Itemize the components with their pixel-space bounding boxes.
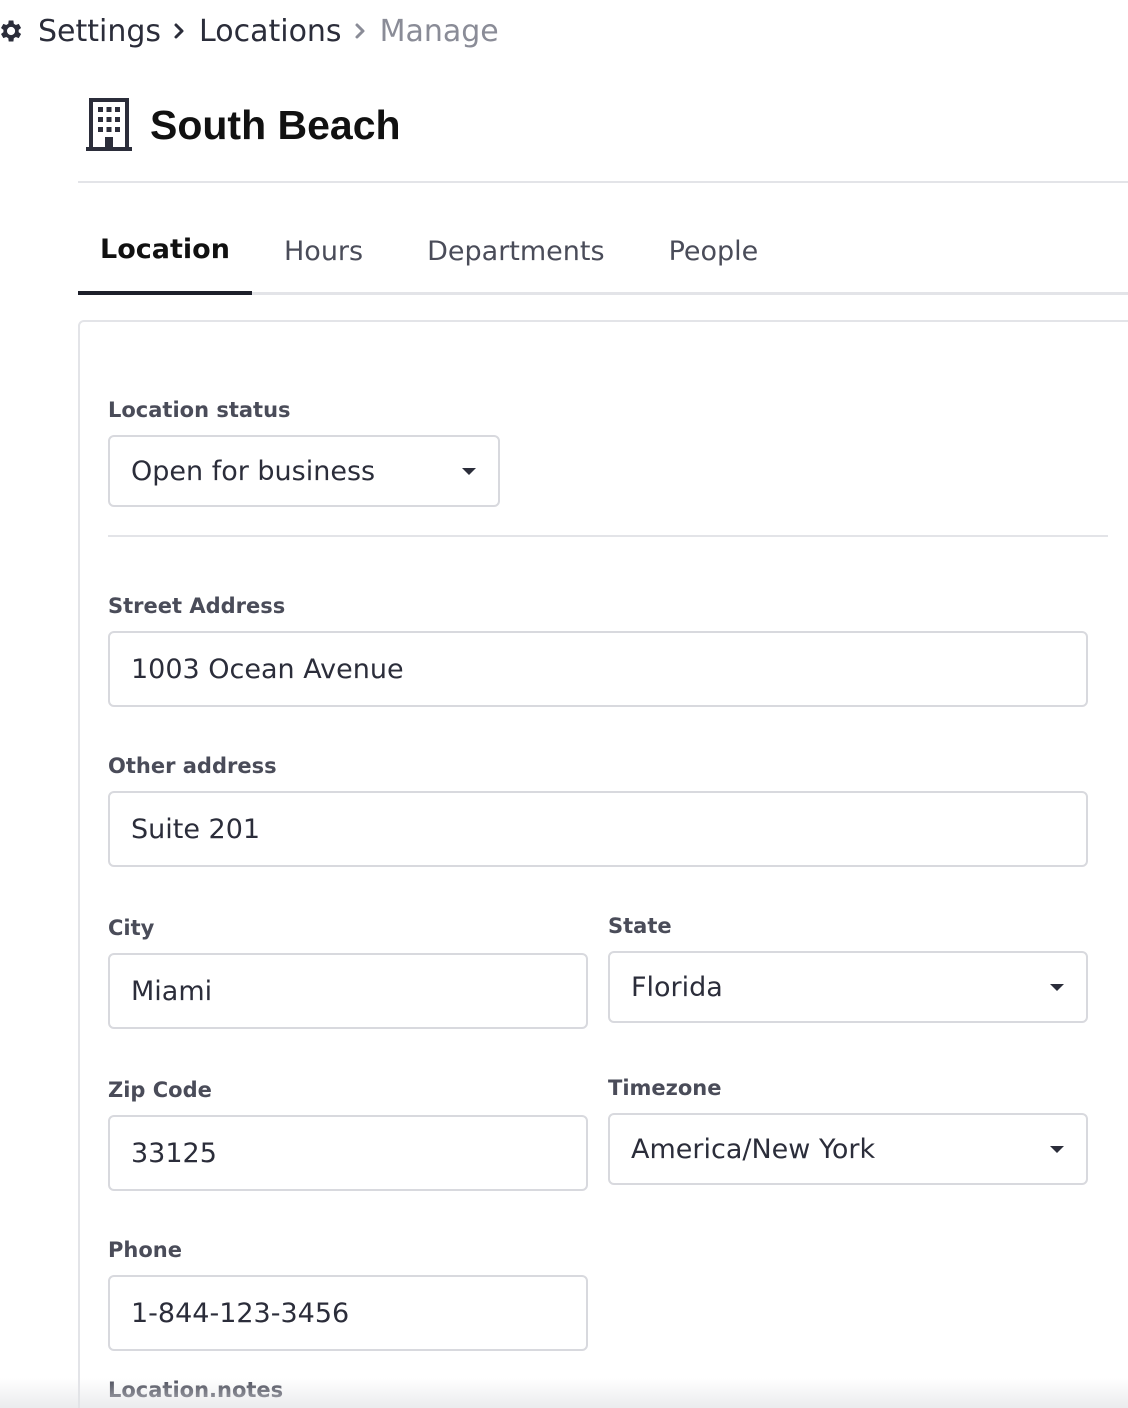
tab-people[interactable]: People	[637, 210, 791, 292]
city-label: City	[108, 916, 155, 940]
city-input[interactable]	[131, 975, 586, 1007]
zip-code-input[interactable]	[131, 1137, 586, 1169]
timezone-select[interactable]: America/New York	[608, 1113, 1088, 1185]
city-field[interactable]	[108, 953, 588, 1029]
state-label: State	[608, 914, 672, 938]
location-notes-label: Location.notes	[108, 1378, 284, 1402]
section-divider	[108, 535, 1108, 537]
tab-departments[interactable]: Departments	[395, 210, 636, 292]
zip-code-label: Zip Code	[108, 1078, 212, 1102]
other-address-label: Other address	[108, 754, 277, 778]
street-address-input[interactable]	[131, 653, 1086, 685]
phone-label: Phone	[108, 1238, 182, 1262]
location-status-label: Location status	[108, 398, 291, 422]
caret-down-icon	[462, 468, 476, 475]
street-address-field[interactable]	[108, 631, 1088, 707]
phone-input[interactable]	[131, 1297, 586, 1329]
state-select[interactable]: Florida	[608, 951, 1088, 1023]
gear-icon	[0, 16, 24, 46]
phone-field[interactable]	[108, 1275, 588, 1351]
chevron-right-icon	[354, 21, 368, 41]
state-value: Florida	[631, 971, 723, 1003]
breadcrumb-current: Manage	[379, 13, 499, 49]
breadcrumb: Settings Locations Manage	[0, 8, 499, 54]
chevron-right-icon	[173, 21, 187, 41]
caret-down-icon	[1050, 1146, 1064, 1153]
tab-bar: Location Hours Departments People	[78, 210, 1128, 295]
other-address-field[interactable]	[108, 791, 1088, 867]
other-address-input[interactable]	[131, 813, 1086, 845]
page-header: South Beach	[84, 96, 401, 154]
zip-code-field[interactable]	[108, 1115, 588, 1191]
street-address-label: Street Address	[108, 594, 286, 618]
tab-location[interactable]: Location	[78, 210, 252, 295]
breadcrumb-settings-link[interactable]: Settings	[38, 14, 161, 49]
breadcrumb-locations-link[interactable]: Locations	[199, 14, 342, 49]
tab-hours[interactable]: Hours	[252, 210, 395, 292]
location-settings-page: Settings Locations Manage South Beach Lo…	[0, 0, 1128, 1408]
header-divider	[78, 181, 1128, 183]
building-icon	[84, 97, 134, 153]
page-title: South Beach	[150, 101, 401, 148]
timezone-label: Timezone	[608, 1076, 722, 1100]
caret-down-icon	[1050, 984, 1064, 991]
location-status-select[interactable]: Open for business	[108, 435, 500, 507]
location-status-value: Open for business	[131, 455, 376, 487]
timezone-value: America/New York	[631, 1133, 876, 1165]
